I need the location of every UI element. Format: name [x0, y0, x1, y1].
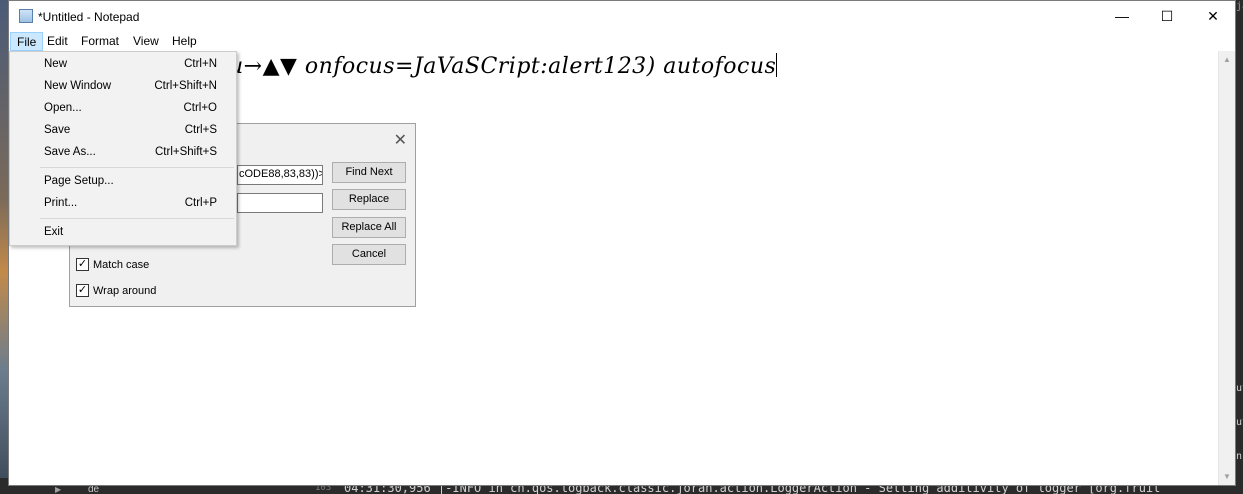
- dialog-close-icon[interactable]: ✕: [394, 130, 407, 150]
- menu-item-print[interactable]: Print... Ctrl+P: [11, 192, 235, 214]
- background-text-fragment: nk: [1236, 451, 1243, 462]
- replace-all-button[interactable]: Replace All: [332, 217, 406, 238]
- menu-edit[interactable]: Edit: [41, 32, 74, 51]
- text-caret: [776, 53, 778, 77]
- menu-item-save[interactable]: Save Ctrl+S: [11, 119, 235, 141]
- wrap-around-label: Wrap around: [93, 284, 157, 297]
- notepad-icon: [19, 9, 33, 23]
- menu-item-open[interactable]: Open... Ctrl+O: [11, 97, 235, 119]
- menu-item-new-window[interactable]: New Window Ctrl+Shift+N: [11, 75, 235, 97]
- background-text-fragment: ja: [1236, 1, 1243, 12]
- title-bar[interactable]: *Untitled - Notepad — ☐ ✕: [9, 1, 1235, 31]
- menu-item-save-as[interactable]: Save As... Ctrl+Shift+S: [11, 141, 235, 163]
- window-title: *Untitled - Notepad: [38, 10, 140, 24]
- scroll-down-arrow-icon[interactable]: ▼: [1223, 472, 1231, 481]
- wrap-around-option[interactable]: ✓ Wrap around: [76, 284, 156, 297]
- menu-file[interactable]: File: [10, 32, 44, 51]
- editor-content: u→▲▼ onfocus=JaVaSCript:alert123) autofo…: [229, 53, 778, 79]
- menu-item-label: New: [44, 58, 68, 70]
- match-case-checkbox[interactable]: ✓: [76, 258, 89, 271]
- menu-item-shortcut: Ctrl+Shift+S: [155, 146, 217, 158]
- cancel-button[interactable]: Cancel: [332, 244, 406, 265]
- menu-item-label: Save As...: [44, 146, 96, 158]
- menu-item-exit[interactable]: Exit: [11, 221, 235, 243]
- file-menu-dropdown: New Ctrl+N New Window Ctrl+Shift+N Open.…: [9, 51, 237, 246]
- menu-item-shortcut: Ctrl+O: [183, 102, 217, 114]
- menu-item-label: Page Setup...: [44, 175, 114, 187]
- vertical-scrollbar[interactable]: ▲ ▼: [1218, 51, 1235, 485]
- close-button[interactable]: ✕: [1190, 1, 1236, 31]
- menu-item-new[interactable]: New Ctrl+N: [11, 53, 235, 75]
- menu-item-label: New Window: [44, 80, 112, 92]
- background-text-fragment: ut: [1236, 383, 1243, 394]
- menu-separator: [40, 167, 234, 168]
- scroll-up-arrow-icon[interactable]: ▲: [1223, 55, 1231, 64]
- menu-format[interactable]: Format: [75, 32, 125, 51]
- replace-with-input[interactable]: [237, 193, 323, 213]
- wrap-around-checkbox[interactable]: ✓: [76, 284, 89, 297]
- terminal-expand-arrow: ▶: [55, 485, 62, 494]
- minimize-button[interactable]: —: [1099, 1, 1145, 31]
- match-case-label: Match case: [93, 258, 150, 271]
- menu-view[interactable]: View: [127, 32, 165, 51]
- menu-item-label: Open...: [44, 102, 82, 114]
- find-what-input[interactable]: cODE88,83,83))>: [237, 165, 323, 185]
- menu-item-label: Save: [44, 124, 71, 136]
- find-next-button[interactable]: Find Next: [332, 162, 406, 183]
- menu-item-shortcut: Ctrl+N: [184, 58, 217, 70]
- maximize-button[interactable]: ☐: [1144, 1, 1190, 31]
- menu-item-shortcut: Ctrl+Shift+N: [154, 80, 217, 92]
- menu-item-shortcut: Ctrl+P: [184, 197, 217, 209]
- menu-bar: File Edit Format View Help: [9, 31, 1235, 51]
- background-text-fragment: ut: [1236, 417, 1243, 428]
- menu-help[interactable]: Help: [166, 32, 203, 51]
- menu-item-shortcut: Ctrl+S: [184, 124, 217, 136]
- replace-button[interactable]: Replace: [332, 189, 406, 210]
- menu-separator: [40, 218, 234, 219]
- menu-item-label: Exit: [44, 226, 64, 238]
- menu-item-page-setup[interactable]: Page Setup...: [11, 170, 235, 192]
- match-case-option[interactable]: ✓ Match case: [76, 258, 149, 271]
- menu-item-label: Print...: [44, 197, 78, 209]
